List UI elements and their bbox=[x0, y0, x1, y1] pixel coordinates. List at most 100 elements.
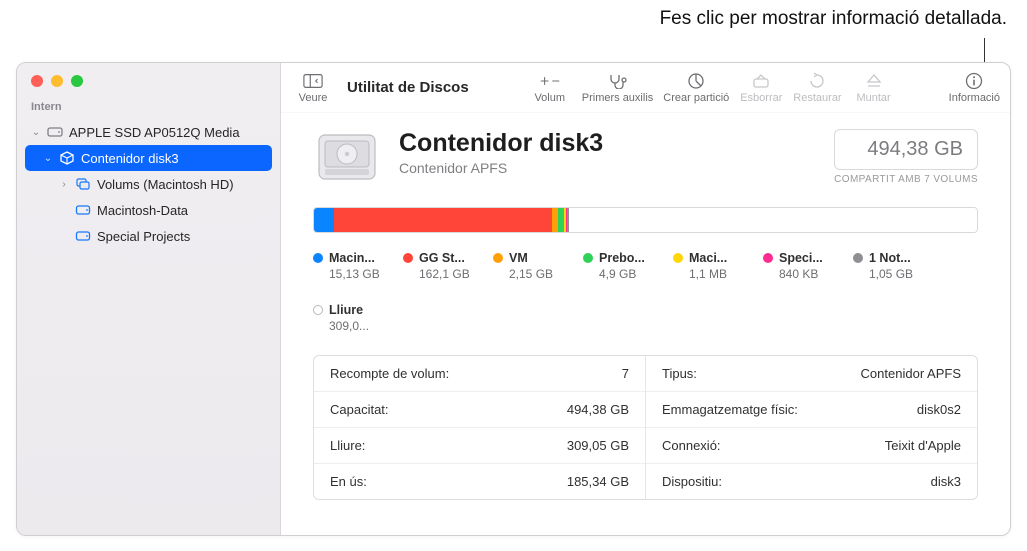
legend-name: Lliure bbox=[329, 303, 363, 317]
info-value: 7 bbox=[622, 366, 629, 381]
legend-name: 1 Not... bbox=[869, 251, 911, 265]
volume-icon bbox=[75, 228, 91, 244]
legend-name: GG St... bbox=[419, 251, 465, 265]
sidebar-item-volumes-group[interactable]: › Volums (Macintosh HD) bbox=[25, 171, 272, 197]
info-row: Emmagatzematge físic: disk0s2 bbox=[646, 391, 977, 427]
toolbar-label: Volum bbox=[534, 92, 565, 104]
sidebar-item-special-projects[interactable]: Special Projects bbox=[25, 223, 272, 249]
legend-name: Prebo... bbox=[599, 251, 645, 265]
eject-icon bbox=[864, 72, 884, 90]
info-col-left: Recompte de volum:7 Capacitat: 494,38 GB Ll… bbox=[314, 356, 645, 499]
info-row: Tipus:Contenidor APFS bbox=[646, 356, 977, 391]
sidebar-section-label: Intern bbox=[17, 97, 280, 117]
sidebar-item-container[interactable]: ⌄ Contenidor disk3 bbox=[25, 145, 272, 171]
info-value: 185,34 GB bbox=[567, 474, 629, 489]
legend-item: GG St...162,1 GB bbox=[403, 251, 471, 281]
toolbar: Veure Utilitat de Discos Volum Primers a… bbox=[281, 63, 1010, 113]
info-value: 494,38 GB bbox=[567, 402, 629, 417]
view-button[interactable]: Veure bbox=[291, 72, 335, 104]
legend-name: Macin... bbox=[329, 251, 375, 265]
info-row: Connexió: Teixit d'Apple bbox=[646, 427, 977, 463]
legend-swatch bbox=[763, 253, 773, 263]
info-row: Recompte de volum:7 bbox=[314, 356, 645, 391]
callout-line bbox=[984, 38, 985, 64]
app-window: Intern ⌄ APPLE SSD AP0512Q Media ⌄ Conte… bbox=[16, 62, 1011, 536]
usage-segment bbox=[314, 208, 334, 232]
legend-size: 309,0... bbox=[329, 319, 381, 333]
legend-size: 2,15 GB bbox=[509, 267, 561, 281]
restore-icon bbox=[807, 72, 827, 90]
legend-swatch bbox=[313, 305, 323, 315]
pie-icon bbox=[686, 72, 706, 90]
internal-disk-icon bbox=[313, 129, 381, 185]
container-icon bbox=[59, 150, 75, 166]
volumes-icon bbox=[75, 176, 91, 192]
usage-segment bbox=[558, 208, 565, 232]
sidebar-item-media-disk[interactable]: ⌄ APPLE SSD AP0512Q Media bbox=[25, 119, 272, 145]
capacity-value: 494,38 GB bbox=[834, 129, 978, 170]
volume-button[interactable]: Volum bbox=[528, 72, 572, 104]
legend-item: Speci...840 KB bbox=[763, 251, 831, 281]
volume-icon bbox=[75, 202, 91, 218]
sidebar-item-label: Macintosh-Data bbox=[97, 203, 266, 218]
toolbar-label: Muntar bbox=[856, 92, 890, 104]
toolbar-label: Informació bbox=[949, 92, 1000, 104]
legend-size: 4,9 GB bbox=[599, 267, 651, 281]
info-row: Capacitat: 494,38 GB bbox=[314, 391, 645, 427]
info-key: Capacitat: bbox=[330, 402, 389, 417]
info-button[interactable]: Informació bbox=[949, 72, 1000, 104]
first-aid-button[interactable]: Primers auxilis bbox=[582, 72, 654, 104]
capacity-subtext: COMPARTIT AMB 7 VOLUMS bbox=[834, 174, 978, 185]
usage-segment bbox=[334, 208, 551, 232]
chevron-right-icon[interactable]: › bbox=[59, 179, 69, 190]
info-row: Dispositiu:disk3 bbox=[646, 463, 977, 499]
sidebar-item-label: Contenidor disk3 bbox=[81, 151, 266, 166]
disk-header: Contenidor disk3 Contenidor APFS 494,38 … bbox=[313, 129, 978, 185]
partition-button[interactable]: Crear partició bbox=[663, 72, 729, 104]
content-area: Contenidor disk3 Contenidor APFS 494,38 … bbox=[281, 113, 1010, 514]
capacity-box: 494,38 GB COMPARTIT AMB 7 VOLUMS bbox=[834, 129, 978, 185]
minimize-icon[interactable] bbox=[51, 75, 63, 87]
info-key: En ús: bbox=[330, 474, 367, 489]
info-value: disk0s2 bbox=[917, 402, 961, 417]
info-key: Connexió: bbox=[662, 438, 721, 453]
plus-minus-icon bbox=[540, 72, 560, 90]
erase-button: Esborrar bbox=[739, 72, 783, 104]
legend-swatch bbox=[583, 253, 593, 263]
zoom-icon[interactable] bbox=[71, 75, 83, 87]
info-key: Lliure: bbox=[330, 438, 365, 453]
toolbar-label: Primers auxilis bbox=[582, 92, 654, 104]
sidebar-item-label: Special Projects bbox=[97, 229, 266, 244]
info-key: Tipus: bbox=[662, 366, 697, 381]
info-key: Emmagatzematge físic: bbox=[662, 402, 798, 417]
toolbar-label: Veure bbox=[299, 92, 328, 104]
legend-item: 1 Not...1,05 GB bbox=[853, 251, 921, 281]
info-value: 309,05 GB bbox=[567, 438, 629, 453]
legend-name: VM bbox=[509, 251, 528, 265]
close-icon[interactable] bbox=[31, 75, 43, 87]
usage-bar bbox=[313, 207, 978, 233]
disk-subtitle: Contenidor APFS bbox=[399, 160, 816, 176]
erase-icon bbox=[751, 72, 771, 90]
sidebar-layout-icon bbox=[303, 72, 323, 90]
sidebar-tree: ⌄ APPLE SSD AP0512Q Media ⌄ Contenidor d… bbox=[17, 117, 280, 249]
app-title: Utilitat de Discos bbox=[347, 79, 469, 96]
legend-size: 1,1 MB bbox=[689, 267, 741, 281]
legend-item: VM 2,15 GB bbox=[493, 251, 561, 281]
legend-name: Maci... bbox=[689, 251, 727, 265]
legend-swatch bbox=[853, 253, 863, 263]
chevron-down-icon[interactable]: ⌄ bbox=[43, 153, 53, 164]
sidebar-item-label: APPLE SSD AP0512Q Media bbox=[69, 125, 266, 140]
window-controls bbox=[17, 63, 280, 97]
info-value: Teixit d'Apple bbox=[885, 438, 961, 453]
info-grid: Recompte de volum:7 Capacitat: 494,38 GB Ll… bbox=[313, 355, 978, 500]
legend-item: Prebo... 4,9 GB bbox=[583, 251, 651, 281]
info-col-right: Tipus:Contenidor APFSEmmagatzematge físi… bbox=[645, 356, 977, 499]
sidebar-item-label: Volums (Macintosh HD) bbox=[97, 177, 266, 192]
chevron-down-icon[interactable]: ⌄ bbox=[31, 127, 41, 138]
toolbar-label: Restaurar bbox=[793, 92, 841, 104]
usage-legend: Macin...15,13 GBGG St...162,1 GBVM2,15 G… bbox=[313, 251, 978, 333]
info-icon bbox=[964, 72, 984, 90]
sidebar-item-macintosh-data[interactable]: Macintosh-Data bbox=[25, 197, 272, 223]
legend-swatch bbox=[493, 253, 503, 263]
